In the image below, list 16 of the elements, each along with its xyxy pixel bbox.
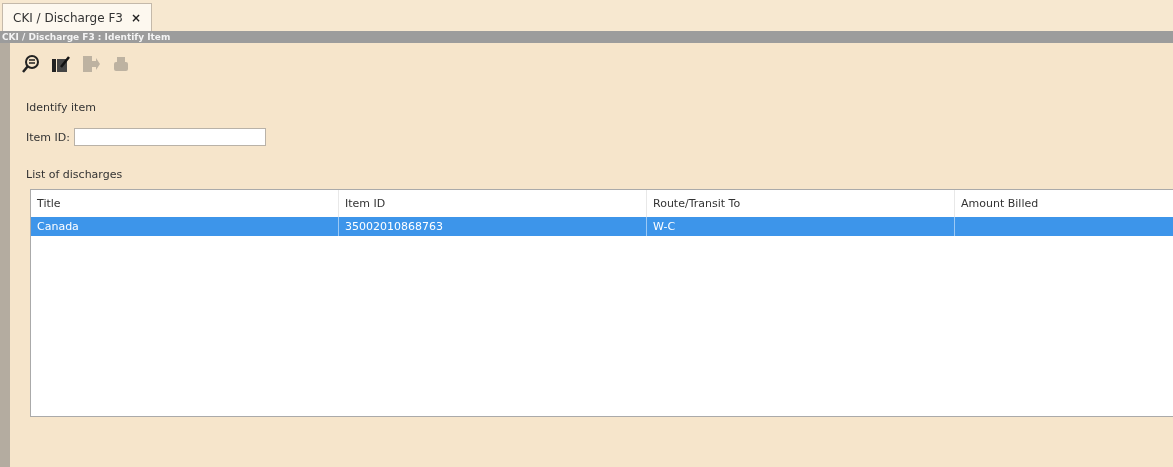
tab[interactable]: CKI / Discharge F3 ×	[2, 3, 152, 31]
export-icon	[82, 55, 100, 73]
field-label: Item ID:	[26, 130, 70, 144]
search-icon	[22, 54, 40, 74]
table-cell: W-C	[646, 217, 954, 236]
toolbar-button[interactable]	[20, 53, 42, 75]
print-icon	[113, 56, 129, 72]
column-header[interactable]: Title	[31, 190, 338, 217]
section-heading: List of discharges	[26, 168, 124, 181]
table-cell: 35002010868763	[338, 217, 646, 236]
edit-icon	[51, 55, 71, 73]
close-icon[interactable]: ×	[130, 10, 141, 25]
input-field[interactable]	[73, 128, 266, 146]
window-title: CKI / Discharge F3 : Identify Item	[0, 31, 1173, 43]
table-cell-text: Canada	[36, 219, 80, 235]
section-heading: Identify item	[26, 101, 97, 114]
